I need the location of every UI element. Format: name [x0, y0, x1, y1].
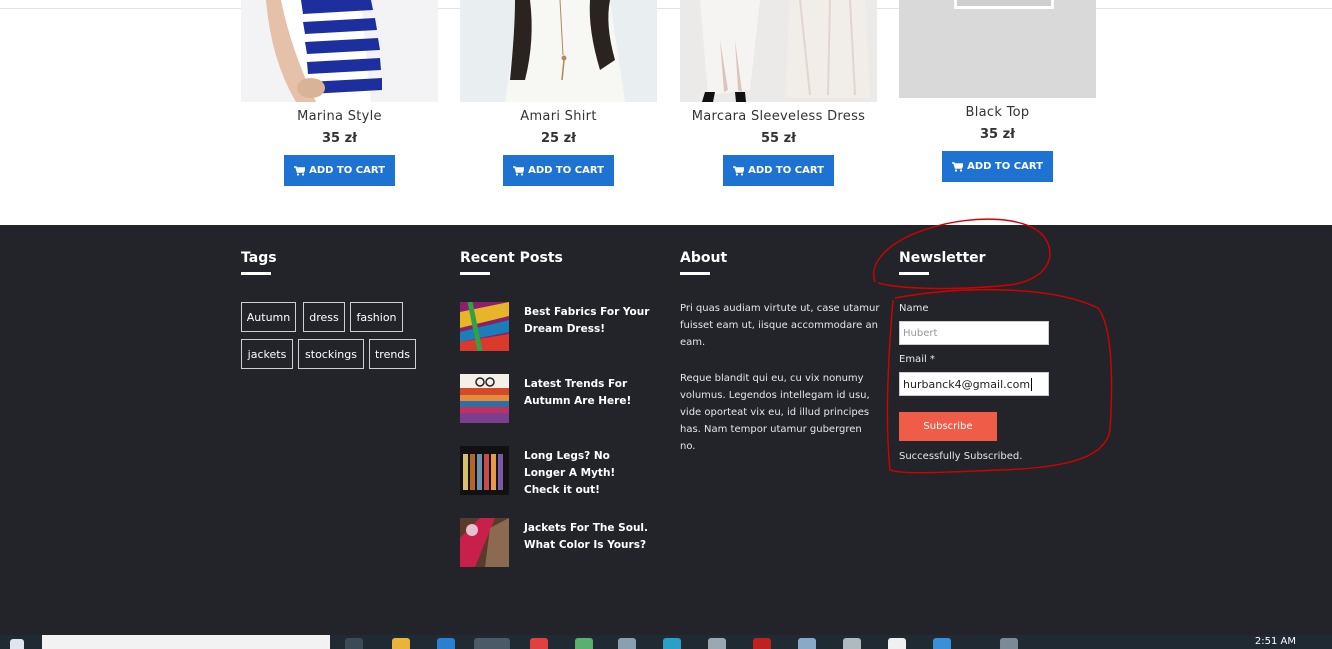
chrome-app-icon[interactable]	[474, 638, 510, 649]
name-field[interactable]: Hubert	[899, 321, 1049, 345]
tag-stockings[interactable]: stockings	[298, 339, 364, 369]
product-image-marcara-dress[interactable]	[680, 0, 877, 102]
cart-icon	[513, 165, 525, 176]
add-to-cart-label: ADD TO CART	[967, 161, 1043, 172]
site-footer: Tags Autumn dress fashion jackets stocki…	[0, 225, 1332, 635]
post-thumbnail[interactable]	[460, 518, 509, 567]
tag-dress[interactable]: dress	[303, 302, 345, 332]
add-to-cart-button[interactable]: ADD TO CART	[942, 151, 1053, 182]
subscribe-status: Successfully Subscribed.	[899, 451, 1023, 462]
name-label: Name	[899, 303, 929, 314]
about-heading: About	[680, 250, 728, 266]
store-icon[interactable]	[437, 638, 455, 649]
product-card: Amari Shirt 25 zł ADD TO CART	[460, 0, 657, 186]
add-to-cart-button[interactable]: ADD TO CART	[503, 155, 614, 186]
product-card: Black Top 35 zł ADD TO CART	[899, 0, 1096, 182]
text-caret	[1031, 377, 1033, 391]
product-price: 35 zł	[979, 127, 1015, 142]
newsletter-heading: Newsletter	[899, 250, 986, 266]
app-icon[interactable]	[798, 638, 816, 649]
taskbar-clock[interactable]: 2:51 AM	[1255, 636, 1296, 647]
cart-icon	[733, 165, 745, 176]
product-card: Marcara Sleeveless Dress 55 zł ADD TO CA…	[680, 0, 877, 186]
app-icon[interactable]	[888, 638, 906, 649]
product-name[interactable]: Black Top	[899, 105, 1096, 120]
product-name[interactable]: Amari Shirt	[460, 109, 657, 124]
product-name[interactable]: Marina Style	[241, 109, 438, 124]
post-thumbnail[interactable]	[460, 374, 509, 423]
cart-icon	[952, 161, 964, 172]
divider	[0, 8, 1332, 9]
product-image-amari-shirt[interactable]	[460, 0, 657, 102]
post-title[interactable]: Long Legs? No Longer A Myth! Check it ou…	[524, 448, 654, 499]
add-to-cart-button[interactable]: ADD TO CART	[284, 155, 395, 186]
cart-icon	[294, 165, 306, 176]
tag-fashion[interactable]: fashion	[350, 302, 403, 332]
taskbar-search-box[interactable]	[42, 635, 330, 649]
email-label: Email *	[899, 354, 935, 365]
newsletter-widget: Newsletter Name Hubert Email * hurbanck4…	[899, 250, 1109, 510]
app-icon[interactable]	[530, 638, 548, 649]
post-thumbnail[interactable]	[460, 446, 509, 495]
tag-jackets[interactable]: jackets	[241, 339, 293, 369]
app-icon[interactable]	[1000, 638, 1018, 649]
recent-post-item[interactable]: Long Legs? No Longer A Myth! Check it ou…	[460, 446, 660, 496]
task-view-icon[interactable]	[345, 638, 363, 649]
app-icon[interactable]	[575, 638, 593, 649]
product-image-black-top[interactable]	[899, 0, 1096, 98]
post-title[interactable]: Jackets For The Soul. What Color Is Your…	[524, 520, 654, 554]
product-image-marina-style[interactable]	[241, 0, 438, 102]
add-to-cart-label: ADD TO CART	[748, 165, 824, 176]
heading-underline	[680, 272, 710, 275]
about-widget: About Pri quas audiam virtute ut, case u…	[680, 250, 880, 455]
tag-trends[interactable]: trends	[369, 339, 416, 369]
recent-posts-widget: Recent Posts Best Fabrics For Your Dream…	[460, 250, 649, 567]
add-to-cart-label: ADD TO CART	[309, 165, 385, 176]
heading-underline	[241, 272, 271, 275]
recent-post-item[interactable]: Jackets For The Soul. What Color Is Your…	[460, 518, 660, 568]
add-to-cart-button[interactable]: ADD TO CART	[723, 155, 834, 186]
product-grid: Marina Style 35 zł ADD TO CART Amari Shi…	[0, 0, 1332, 225]
product-price: 55 zł	[760, 131, 796, 146]
post-title[interactable]: Best Fabrics For Your Dream Dress!	[524, 304, 654, 338]
product-name[interactable]: Marcara Sleeveless Dress	[680, 109, 877, 124]
post-thumbnail[interactable]	[460, 302, 509, 351]
recent-posts-heading: Recent Posts	[460, 250, 563, 266]
about-paragraph: Reque blandit qui eu, cu vix nonumy volu…	[680, 373, 870, 452]
heading-underline	[899, 272, 929, 275]
product-card: Marina Style 35 zł ADD TO CART	[241, 0, 438, 186]
product-price: 25 zł	[540, 131, 576, 146]
app-icon[interactable]	[618, 638, 636, 649]
heading-underline	[460, 272, 490, 275]
os-taskbar: 2:51 AM	[0, 635, 1332, 649]
tags-widget: Tags Autumn dress fashion jackets stocki…	[241, 250, 416, 369]
email-value: hurbanck4@gmail.com	[903, 377, 1031, 391]
app-icon[interactable]	[708, 638, 726, 649]
tags-heading: Tags	[241, 250, 277, 266]
product-price: 35 zł	[321, 131, 357, 146]
add-to-cart-label: ADD TO CART	[528, 165, 604, 176]
app-icon[interactable]	[843, 638, 861, 649]
recent-post-item[interactable]: Latest Trends For Autumn Are Here!	[460, 374, 660, 424]
app-icon[interactable]	[933, 638, 951, 649]
email-field[interactable]: hurbanck4@gmail.com	[899, 372, 1049, 396]
app-icon[interactable]	[663, 638, 681, 649]
tag-autumn[interactable]: Autumn	[241, 302, 296, 332]
subscribe-button[interactable]: Subscribe	[899, 412, 997, 441]
about-paragraph: Pri quas audiam virtute ut, case utamur …	[680, 303, 880, 348]
post-title[interactable]: Latest Trends For Autumn Are Here!	[524, 376, 654, 410]
file-explorer-icon[interactable]	[392, 638, 410, 649]
recent-post-item[interactable]: Best Fabrics For Your Dream Dress!	[460, 302, 660, 352]
windows-start-icon[interactable]	[10, 639, 24, 649]
app-icon[interactable]	[753, 638, 771, 649]
